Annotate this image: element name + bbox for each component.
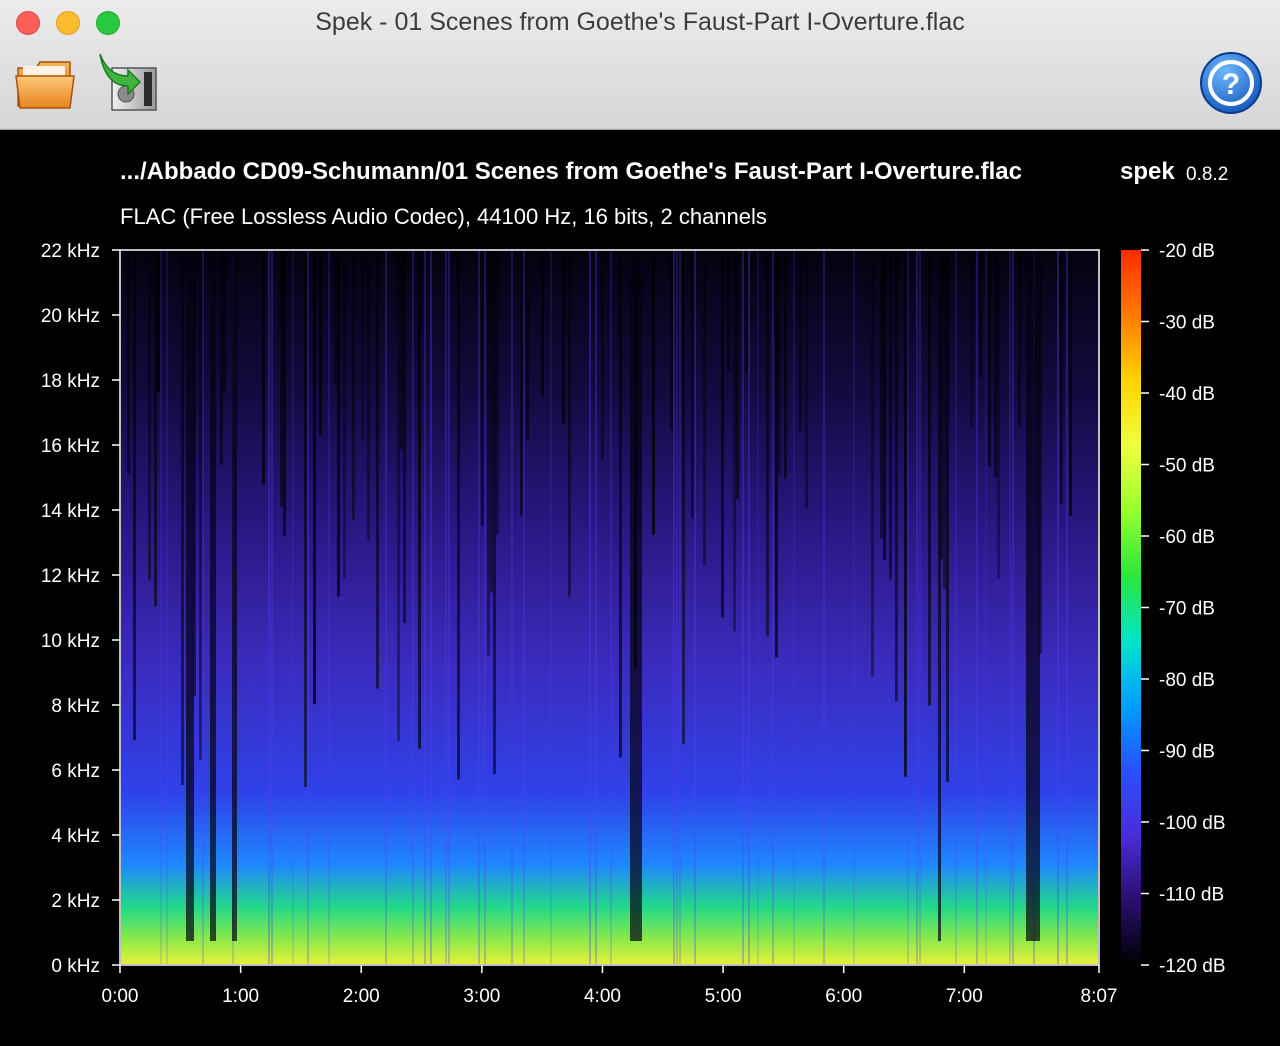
x-tick-label: 7:00: [946, 986, 983, 1007]
x-tick-label: 3:00: [463, 986, 500, 1007]
legend-tick-label: -60 dB: [1159, 527, 1215, 548]
svg-text:?: ?: [1222, 68, 1240, 101]
db-scale-axis: -20 dB -30 dB -40 dB -50 dB -60 dB -70 dB -80 …: [1141, 241, 1226, 977]
spek-window: Spek - 01 Scenes from Goethe's Faust-Par…: [0, 0, 1280, 1046]
y-tick-label: 18 kHz: [41, 371, 100, 392]
y-tick-label: 14 kHz: [41, 501, 100, 522]
spectrogram-view: .../Abbado CD09-Schumann/01 Scenes from …: [0, 130, 1280, 1046]
x-tick-label: 2:00: [343, 986, 380, 1007]
help-icon: ?: [1200, 52, 1262, 114]
spectrogram-chart: 0 kHz 2 kHz 4 kHz 6 kHz 8 kHz 10 kHz 12 kHz 14 …: [41, 241, 1226, 1007]
legend-tick-label: -100 dB: [1159, 813, 1226, 834]
legend-tick-label: -40 dB: [1159, 384, 1215, 405]
help-button[interactable]: ?: [1196, 48, 1266, 118]
save-spectrogram-button[interactable]: [92, 50, 162, 116]
y-tick-label: 10 kHz: [41, 631, 100, 652]
legend-tick-label: -30 dB: [1159, 313, 1215, 334]
y-tick-label: 2 kHz: [51, 891, 100, 912]
y-tick-label: 8 kHz: [51, 696, 100, 717]
x-tick-label: 1:00: [222, 986, 259, 1007]
open-file-button[interactable]: [12, 50, 82, 116]
save-image-icon: [99, 53, 157, 111]
y-tick-label: 12 kHz: [41, 566, 100, 587]
window-title: Spek - 01 Scenes from Goethe's Faust-Par…: [315, 8, 965, 36]
x-tick-label: 4:00: [584, 986, 621, 1007]
db-color-scale: [1121, 250, 1141, 965]
legend-tick-label: -90 dB: [1159, 742, 1215, 763]
y-tick-label: 6 kHz: [51, 761, 100, 782]
legend-tick-label: -120 dB: [1159, 956, 1226, 977]
x-tick-label: 8:07: [1081, 986, 1118, 1007]
legend-tick-label: -80 dB: [1159, 670, 1215, 691]
x-tick-label: 5:00: [705, 986, 742, 1007]
y-tick-label: 20 kHz: [41, 306, 100, 327]
legend-tick-label: -20 dB: [1159, 241, 1215, 262]
spectrogram-image: [121, 251, 1098, 964]
y-tick-label: 22 kHz: [41, 241, 100, 262]
legend-tick-label: -50 dB: [1159, 456, 1215, 477]
frequency-axis: 0 kHz 2 kHz 4 kHz 6 kHz 8 kHz 10 kHz 12 kHz 14 …: [41, 241, 120, 977]
time-axis: 0:00 1:00 2:00 3:00 4:00 5:00 6:00 7:00 8:07: [102, 965, 1118, 1007]
y-tick-label: 16 kHz: [41, 436, 100, 457]
x-tick-label: 6:00: [825, 986, 862, 1007]
y-tick-label: 4 kHz: [51, 826, 100, 847]
toolbar: Spek - 01 Scenes from Goethe's Faust-Par…: [0, 0, 1280, 130]
legend-tick-label: -110 dB: [1159, 885, 1224, 906]
folder-open-icon: [15, 61, 75, 109]
y-tick-label: 0 kHz: [51, 956, 100, 977]
legend-tick-label: -70 dB: [1159, 599, 1215, 620]
x-tick-label: 0:00: [102, 986, 139, 1007]
